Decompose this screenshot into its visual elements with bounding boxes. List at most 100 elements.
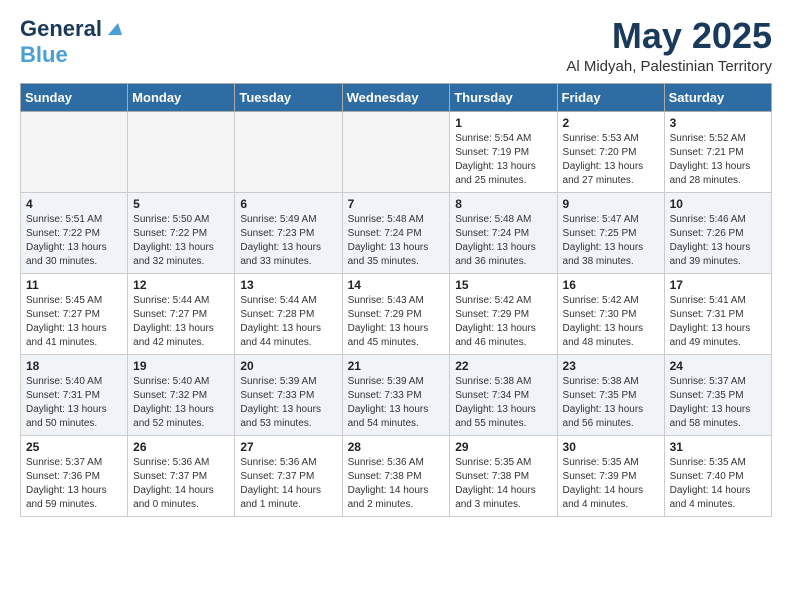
weekday-header-tuesday: Tuesday <box>235 83 342 111</box>
day-number: 11 <box>26 278 122 292</box>
logo-blue: Blue <box>20 42 68 67</box>
day-info: Sunrise: 5:36 AM Sunset: 7:38 PM Dayligh… <box>348 457 429 510</box>
calendar-cell: 7 Sunrise: 5:48 AM Sunset: 7:24 PM Daylig… <box>342 192 450 273</box>
day-info: Sunrise: 5:47 AM Sunset: 7:25 PM Dayligh… <box>563 214 644 267</box>
logo-icon <box>104 19 122 37</box>
calendar-week-3: 11 Sunrise: 5:45 AM Sunset: 7:27 PM Dayli… <box>21 273 772 354</box>
day-info: Sunrise: 5:48 AM Sunset: 7:24 PM Dayligh… <box>348 214 429 267</box>
day-number: 4 <box>26 197 122 211</box>
day-info: Sunrise: 5:42 AM Sunset: 7:30 PM Dayligh… <box>563 295 644 348</box>
day-info: Sunrise: 5:54 AM Sunset: 7:19 PM Dayligh… <box>455 133 536 186</box>
calendar-cell: 30Sunrise: 5:35 AM Sunset: 7:39 PM Dayli… <box>557 435 664 516</box>
day-number: 23 <box>563 359 659 373</box>
day-number: 29 <box>455 440 551 454</box>
day-number: 2 <box>563 116 659 130</box>
calendar-cell <box>21 111 128 192</box>
location-subtitle: Al Midyah, Palestinian Territory <box>566 58 772 75</box>
day-info: Sunrise: 5:39 AM Sunset: 7:33 PM Dayligh… <box>240 376 321 429</box>
weekday-header-thursday: Thursday <box>450 83 557 111</box>
calendar-cell: 6 Sunrise: 5:49 AM Sunset: 7:23 PM Daylig… <box>235 192 342 273</box>
calendar-cell: 17 Sunrise: 5:41 AM Sunset: 7:31 PM Dayli… <box>664 273 771 354</box>
day-info: Sunrise: 5:36 AM Sunset: 7:37 PM Dayligh… <box>133 457 214 510</box>
day-info: Sunrise: 5:43 AM Sunset: 7:29 PM Dayligh… <box>348 295 429 348</box>
calendar-cell: 5Sunrise: 5:50 AM Sunset: 7:22 PM Daylig… <box>128 192 235 273</box>
calendar-cell: 8Sunrise: 5:48 AM Sunset: 7:24 PM Daylig… <box>450 192 557 273</box>
day-number: 20 <box>240 359 336 373</box>
calendar-cell: 27 Sunrise: 5:36 AM Sunset: 7:37 PM Dayli… <box>235 435 342 516</box>
calendar-cell: 29 Sunrise: 5:35 AM Sunset: 7:38 PM Dayli… <box>450 435 557 516</box>
calendar-cell: 19 Sunrise: 5:40 AM Sunset: 7:32 PM Dayli… <box>128 354 235 435</box>
day-number: 17 <box>670 278 766 292</box>
weekday-header-saturday: Saturday <box>664 83 771 111</box>
day-number: 27 <box>240 440 336 454</box>
day-number: 1 <box>455 116 551 130</box>
day-number: 28 <box>348 440 445 454</box>
day-info: Sunrise: 5:48 AM Sunset: 7:24 PM Dayligh… <box>455 214 536 267</box>
day-info: Sunrise: 5:40 AM Sunset: 7:31 PM Dayligh… <box>26 376 107 429</box>
day-number: 12 <box>133 278 229 292</box>
calendar-header-row: SundayMondayTuesdayWednesdayThursdayFrid… <box>21 83 772 111</box>
day-number: 14 <box>348 278 445 292</box>
day-info: Sunrise: 5:35 AM Sunset: 7:38 PM Dayligh… <box>455 457 536 510</box>
weekday-header-wednesday: Wednesday <box>342 83 450 111</box>
calendar-cell: 13Sunrise: 5:44 AM Sunset: 7:28 PM Dayli… <box>235 273 342 354</box>
calendar-cell: 9 Sunrise: 5:47 AM Sunset: 7:25 PM Daylig… <box>557 192 664 273</box>
calendar-cell: 21Sunrise: 5:39 AM Sunset: 7:33 PM Dayli… <box>342 354 450 435</box>
title-block: May 2025 Al Midyah, Palestinian Territor… <box>566 16 772 75</box>
day-number: 3 <box>670 116 766 130</box>
day-info: Sunrise: 5:38 AM Sunset: 7:35 PM Dayligh… <box>563 376 644 429</box>
weekday-header-friday: Friday <box>557 83 664 111</box>
day-info: Sunrise: 5:36 AM Sunset: 7:37 PM Dayligh… <box>240 457 321 510</box>
calendar-cell: 31 Sunrise: 5:35 AM Sunset: 7:40 PM Dayli… <box>664 435 771 516</box>
calendar-cell: 16 Sunrise: 5:42 AM Sunset: 7:30 PM Dayli… <box>557 273 664 354</box>
calendar-cell: 25 Sunrise: 5:37 AM Sunset: 7:36 PM Dayli… <box>21 435 128 516</box>
calendar-cell: 12Sunrise: 5:44 AM Sunset: 7:27 PM Dayli… <box>128 273 235 354</box>
day-number: 18 <box>26 359 122 373</box>
calendar-cell: 1 Sunrise: 5:54 AM Sunset: 7:19 PM Daylig… <box>450 111 557 192</box>
calendar-cell: 24 Sunrise: 5:37 AM Sunset: 7:35 PM Dayli… <box>664 354 771 435</box>
calendar-cell: 22Sunrise: 5:38 AM Sunset: 7:34 PM Dayli… <box>450 354 557 435</box>
day-info: Sunrise: 5:37 AM Sunset: 7:35 PM Dayligh… <box>670 376 751 429</box>
day-number: 9 <box>563 197 659 211</box>
calendar-cell <box>128 111 235 192</box>
calendar-cell: 14 Sunrise: 5:43 AM Sunset: 7:29 PM Dayli… <box>342 273 450 354</box>
calendar-cell: 23 Sunrise: 5:38 AM Sunset: 7:35 PM Dayli… <box>557 354 664 435</box>
day-info: Sunrise: 5:42 AM Sunset: 7:29 PM Dayligh… <box>455 295 536 348</box>
calendar-week-2: 4Sunrise: 5:51 AM Sunset: 7:22 PM Daylig… <box>21 192 772 273</box>
calendar-week-4: 18 Sunrise: 5:40 AM Sunset: 7:31 PM Dayli… <box>21 354 772 435</box>
page-header: General Blue May 2025 Al Midyah, Palesti… <box>20 16 772 75</box>
calendar-cell <box>235 111 342 192</box>
day-info: Sunrise: 5:49 AM Sunset: 7:23 PM Dayligh… <box>240 214 321 267</box>
day-number: 16 <box>563 278 659 292</box>
calendar-cell: 11 Sunrise: 5:45 AM Sunset: 7:27 PM Dayli… <box>21 273 128 354</box>
calendar-cell: 26Sunrise: 5:36 AM Sunset: 7:37 PM Dayli… <box>128 435 235 516</box>
calendar-cell: 10Sunrise: 5:46 AM Sunset: 7:26 PM Dayli… <box>664 192 771 273</box>
day-info: Sunrise: 5:40 AM Sunset: 7:32 PM Dayligh… <box>133 376 214 429</box>
day-info: Sunrise: 5:39 AM Sunset: 7:33 PM Dayligh… <box>348 376 429 429</box>
day-number: 25 <box>26 440 122 454</box>
calendar-cell: 18 Sunrise: 5:40 AM Sunset: 7:31 PM Dayli… <box>21 354 128 435</box>
day-info: Sunrise: 5:41 AM Sunset: 7:31 PM Dayligh… <box>670 295 751 348</box>
day-info: Sunrise: 5:44 AM Sunset: 7:28 PM Dayligh… <box>240 295 321 348</box>
weekday-header-monday: Monday <box>128 83 235 111</box>
day-info: Sunrise: 5:38 AM Sunset: 7:34 PM Dayligh… <box>455 376 536 429</box>
calendar-week-5: 25 Sunrise: 5:37 AM Sunset: 7:36 PM Dayli… <box>21 435 772 516</box>
day-info: Sunrise: 5:45 AM Sunset: 7:27 PM Dayligh… <box>26 295 107 348</box>
calendar-cell: 20 Sunrise: 5:39 AM Sunset: 7:33 PM Dayli… <box>235 354 342 435</box>
calendar-cell: 28 Sunrise: 5:36 AM Sunset: 7:38 PM Dayli… <box>342 435 450 516</box>
calendar-cell: 4Sunrise: 5:51 AM Sunset: 7:22 PM Daylig… <box>21 192 128 273</box>
day-number: 6 <box>240 197 336 211</box>
logo-general: General <box>20 16 102 42</box>
month-title: May 2025 <box>566 16 772 56</box>
day-number: 24 <box>670 359 766 373</box>
day-number: 30 <box>563 440 659 454</box>
calendar-cell: 3Sunrise: 5:52 AM Sunset: 7:21 PM Daylig… <box>664 111 771 192</box>
day-info: Sunrise: 5:37 AM Sunset: 7:36 PM Dayligh… <box>26 457 107 510</box>
calendar-cell: 15Sunrise: 5:42 AM Sunset: 7:29 PM Dayli… <box>450 273 557 354</box>
day-info: Sunrise: 5:50 AM Sunset: 7:22 PM Dayligh… <box>133 214 214 267</box>
day-number: 19 <box>133 359 229 373</box>
day-number: 31 <box>670 440 766 454</box>
day-info: Sunrise: 5:35 AM Sunset: 7:40 PM Dayligh… <box>670 457 751 510</box>
day-number: 10 <box>670 197 766 211</box>
day-number: 7 <box>348 197 445 211</box>
